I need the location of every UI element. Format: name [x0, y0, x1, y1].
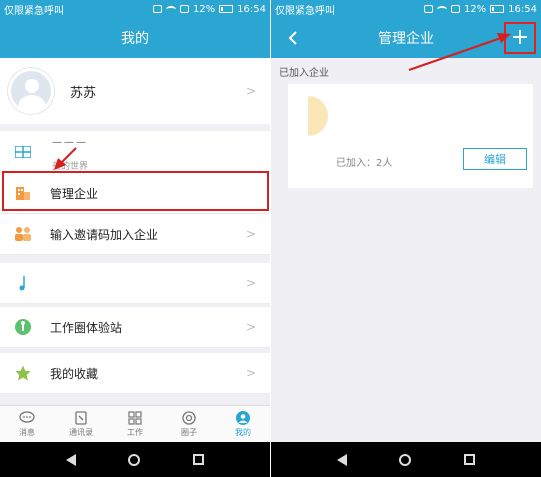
chevron-right-icon: >: [245, 366, 256, 380]
tab-contacts[interactable]: 通讯录: [54, 406, 108, 442]
plus-icon: +: [510, 25, 530, 50]
sim-icon: [450, 5, 460, 13]
menu-label: 我的收藏: [50, 366, 99, 381]
chevron-right-icon: >: [245, 276, 256, 290]
wifi-icon: [165, 5, 176, 13]
vibrate-icon: [423, 5, 433, 13]
menu-item-favorites[interactable]: 我的收藏 >: [0, 353, 270, 394]
building-icon: [14, 184, 32, 202]
circle-icon: [182, 410, 196, 425]
nav-home-icon[interactable]: [128, 453, 141, 466]
chevron-right-icon: >: [245, 320, 256, 334]
battery-icon: [490, 5, 505, 13]
arrow-pointer-icon: [54, 147, 77, 170]
battery-icon: [219, 5, 234, 13]
menu-list-4: 我的收藏 >: [0, 353, 270, 394]
org-row[interactable]: ——— 美的世界: [0, 131, 270, 173]
system-nav-bar: [0, 442, 270, 477]
chat-icon: [19, 410, 35, 423]
carrier-text: 仅限紧急呼叫: [4, 5, 64, 17]
menu-label: 管理企业: [50, 186, 99, 201]
profile-card[interactable]: 苏苏 >: [0, 58, 270, 124]
member-count: 已加入：2人: [336, 158, 393, 169]
carrier-text: 仅限紧急呼叫: [275, 5, 335, 17]
wifi-icon: [436, 5, 447, 13]
system-nav-bar: [271, 442, 541, 477]
battery-percent: 12%: [192, 3, 216, 15]
status-bar: 仅限紧急呼叫 12% 16:54: [271, 0, 541, 18]
chevron-right-icon: >: [245, 227, 256, 241]
star-icon: [14, 364, 32, 382]
menu-item-workcircle[interactable]: 工作圈体验站 >: [0, 307, 270, 348]
phone-left: 仅限紧急呼叫 12% 16:54 我的 苏苏 > ——— 美的世界 管理企业 输…: [0, 0, 270, 477]
menu-item-manage-org[interactable]: 管理企业: [0, 173, 270, 214]
edit-button[interactable]: 编辑: [463, 148, 527, 170]
arrow-pointer-icon: [408, 33, 511, 71]
menu-list: 管理企业 输入邀请码加入企业 >: [0, 173, 270, 255]
org-logo: [308, 96, 328, 136]
page-title: 我的: [121, 31, 149, 47]
menu-item-music[interactable]: >: [0, 263, 270, 304]
tab-bar: 消息 通讯录 工作 圈子 我的: [0, 405, 270, 442]
status-bar: 仅限紧急呼叫 12% 16:54: [0, 0, 270, 18]
nav-back-icon[interactable]: [337, 453, 348, 466]
compass-icon: [14, 318, 32, 336]
tab-label: 圈子: [181, 427, 197, 437]
clock: 16:54: [237, 3, 266, 15]
tab-circle[interactable]: 圈子: [162, 406, 216, 442]
music-note-icon: [14, 274, 32, 292]
org-list: ——— 美的世界: [0, 131, 270, 173]
tab-label: 工作: [127, 427, 143, 437]
table-icon: [14, 143, 32, 161]
menu-list-3: 工作圈体验站 >: [0, 307, 270, 348]
menu-label: 工作圈体验站: [50, 320, 123, 335]
back-icon[interactable]: [281, 26, 305, 50]
tab-label: 我的: [235, 427, 251, 437]
menu-label: 输入邀请码加入企业: [50, 227, 159, 242]
tab-messages[interactable]: 消息: [0, 406, 54, 442]
people-icon: [14, 225, 32, 243]
profile-name: 苏苏: [70, 85, 97, 101]
vibrate-icon: [152, 5, 162, 13]
tab-work[interactable]: 工作: [108, 406, 162, 442]
org-card[interactable]: 已加入：2人 编辑: [288, 84, 533, 188]
phone-right: 仅限紧急呼叫 12% 16:54 管理企业 + 已加入企业 已加入：2人 编辑: [271, 0, 541, 477]
menu-item-invite-code[interactable]: 输入邀请码加入企业 >: [0, 214, 270, 255]
tab-me[interactable]: 我的: [216, 406, 270, 442]
chevron-right-icon: >: [245, 84, 256, 98]
battery-percent: 12%: [463, 3, 487, 15]
nav-home-icon[interactable]: [399, 453, 412, 466]
tab-label: 通讯录: [69, 427, 93, 437]
clock: 16:54: [508, 3, 537, 15]
grid-icon: [128, 410, 142, 425]
section-header: 已加入企业: [279, 68, 329, 79]
nav-back-icon[interactable]: [66, 453, 77, 466]
nav-recent-icon[interactable]: [463, 454, 475, 465]
contacts-icon: [75, 410, 87, 425]
menu-list-2: >: [0, 263, 270, 304]
title-bar: 我的: [0, 18, 270, 58]
avatar: [8, 68, 54, 114]
person-icon: [236, 410, 250, 425]
sim-icon: [179, 5, 189, 13]
nav-recent-icon[interactable]: [192, 454, 204, 465]
tab-label: 消息: [19, 427, 35, 437]
